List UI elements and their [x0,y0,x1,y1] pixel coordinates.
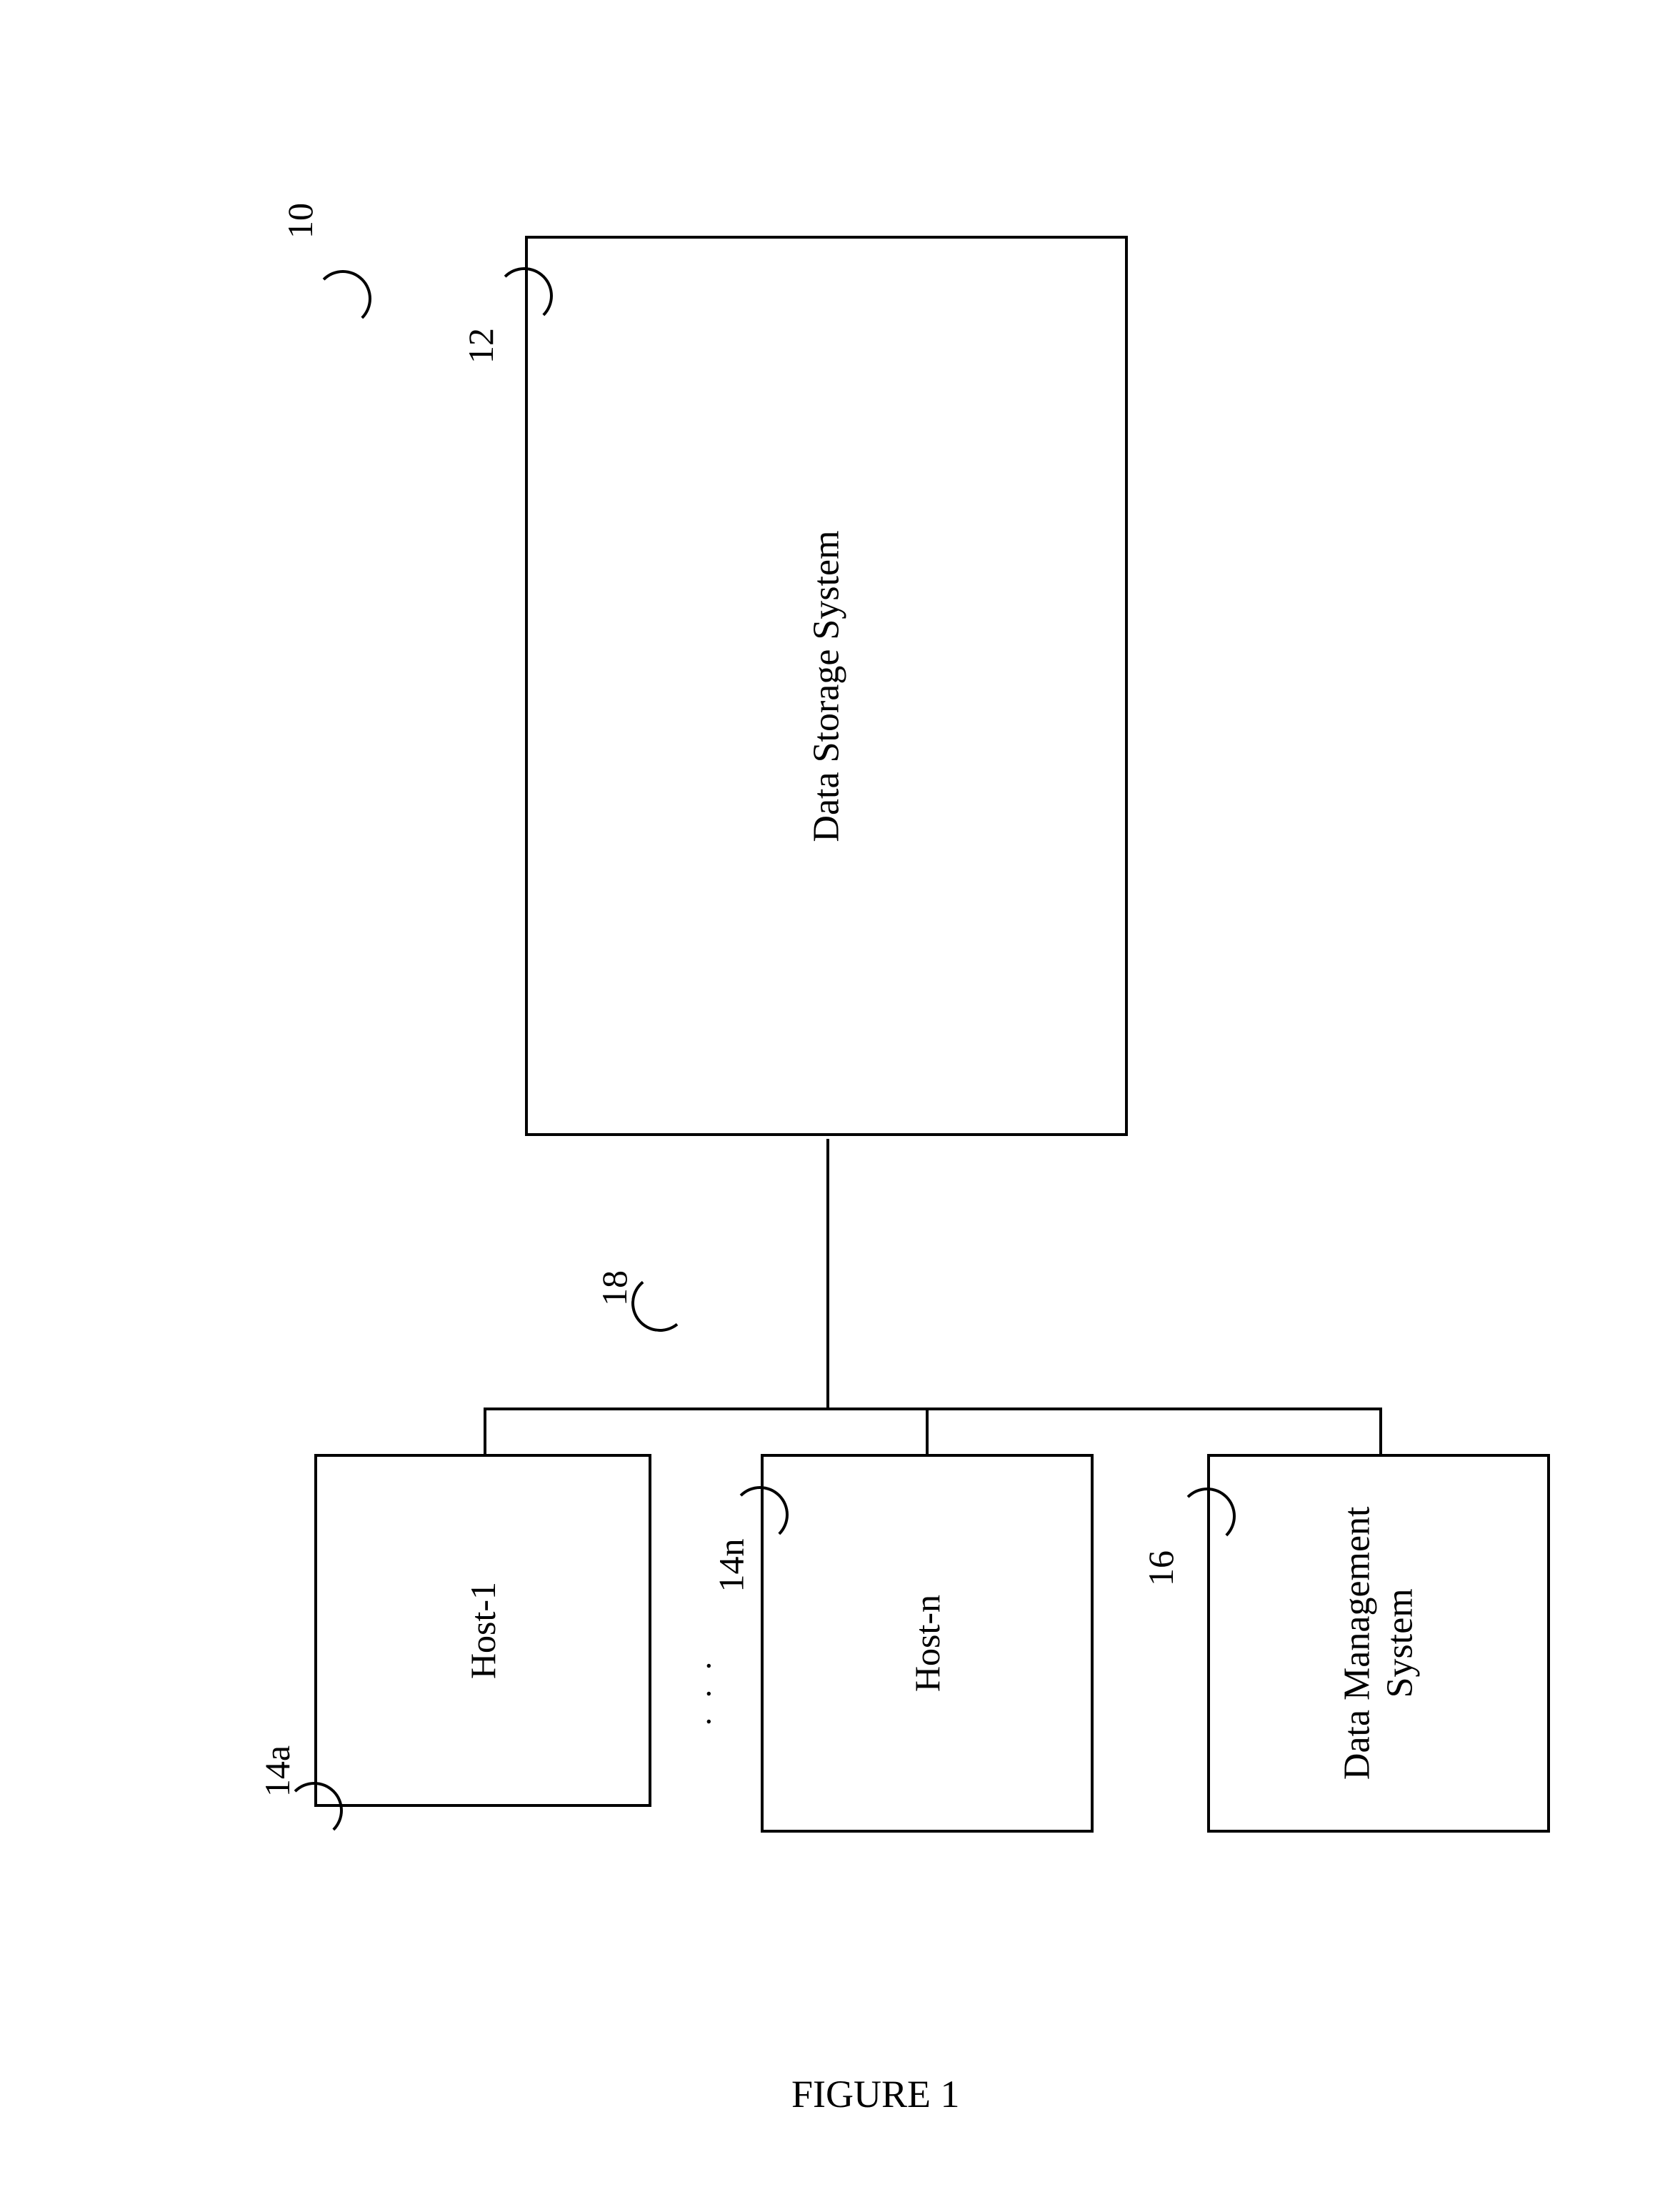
ref-14n: 14n [711,1539,752,1593]
ref-14a: 14a [256,1745,298,1797]
callout-hook-18 [629,1272,691,1335]
callout-hook-10 [314,270,371,327]
data-management-system-label: Data Management System [1336,1507,1421,1780]
ref-12: 12 [460,328,501,364]
data-management-system-box: Data Management System [1207,1454,1550,1833]
bus-line [484,1408,1382,1410]
ref-18: 18 [594,1270,635,1306]
host-n-label: Host-n [906,1595,948,1692]
ref-10: 10 [279,203,321,239]
connector-dss-to-bus [826,1139,829,1410]
connector-dms [1379,1408,1382,1454]
callout-hook-12 [496,267,553,324]
data-storage-system-box: Data Storage System [525,236,1128,1136]
host-1-label: Host-1 [462,1582,504,1679]
dms-label-line2: System [1379,1588,1421,1698]
hosts-ellipsis: . . . [680,1656,718,1726]
dms-label-line1: Data Management [1336,1507,1379,1780]
figure-caption: FIGURE 1 [791,2072,960,2116]
data-storage-system-label: Data Storage System [805,530,847,842]
connector-host1 [484,1408,486,1454]
callout-hook-14n [731,1486,789,1543]
connector-hostn [926,1408,929,1454]
ref-16: 16 [1140,1550,1181,1586]
host-n-box: Host-n [761,1454,1094,1833]
host-1-box: Host-1 [314,1454,651,1807]
figure-canvas: Data Storage System Host-1 Host-n Data M… [0,0,1680,2197]
callout-hook-16 [1179,1488,1236,1545]
